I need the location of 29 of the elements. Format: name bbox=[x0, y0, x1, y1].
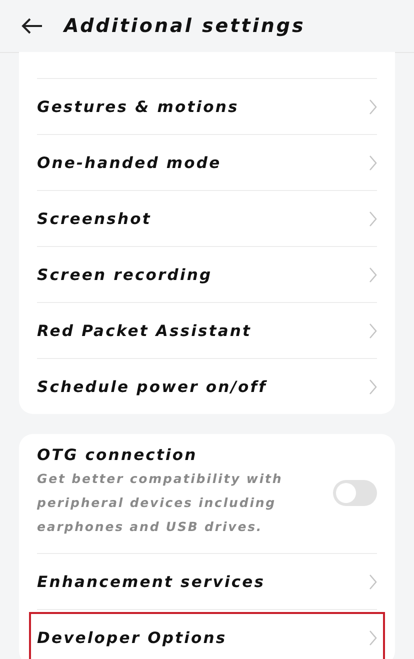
row-label: Enhancement services bbox=[37, 572, 266, 590]
chevron-right-icon bbox=[369, 98, 377, 114]
toggle-switch[interactable] bbox=[333, 480, 377, 506]
settings-row[interactable]: Red Packet Assistant bbox=[37, 302, 377, 358]
settings-row[interactable]: Enhancement services bbox=[37, 553, 377, 609]
back-arrow-icon[interactable] bbox=[20, 17, 44, 35]
settings-row[interactable]: One-handed mode bbox=[37, 134, 377, 190]
settings-row[interactable]: Screen recording bbox=[37, 246, 377, 302]
chevron-right-icon bbox=[369, 266, 377, 282]
settings-row[interactable]: Screenshot bbox=[37, 190, 377, 246]
chevron-right-icon bbox=[369, 630, 377, 646]
chevron-right-icon bbox=[369, 210, 377, 226]
row-label: One-handed mode bbox=[37, 154, 222, 172]
row-label: OTG connection bbox=[37, 446, 198, 464]
row-label: Screenshot bbox=[37, 210, 152, 228]
chevron-right-icon bbox=[369, 154, 377, 170]
chevron-right-icon bbox=[369, 378, 377, 394]
page-title: Additional settings bbox=[64, 15, 306, 37]
settings-row[interactable]: OTG connection Get better compatibility with peripheral devices including earphones and USB drives. bbox=[37, 434, 377, 553]
row-description: Get better compatibility with peripheral devices including earphones and USB drives. bbox=[37, 470, 284, 536]
row-label: Screen recording bbox=[37, 266, 212, 284]
settings-row[interactable]: Schedule power on/off bbox=[37, 358, 377, 414]
row-label: Red Packet Assistant bbox=[37, 322, 252, 340]
settings-row[interactable]: Gestures & motions bbox=[37, 78, 377, 134]
chevron-right-icon bbox=[369, 574, 377, 590]
row-label: Gestures & motions bbox=[37, 98, 239, 116]
row-label: Developer Options bbox=[37, 628, 227, 646]
row-label: Schedule power on/off bbox=[37, 378, 267, 396]
chevron-right-icon bbox=[369, 322, 377, 338]
